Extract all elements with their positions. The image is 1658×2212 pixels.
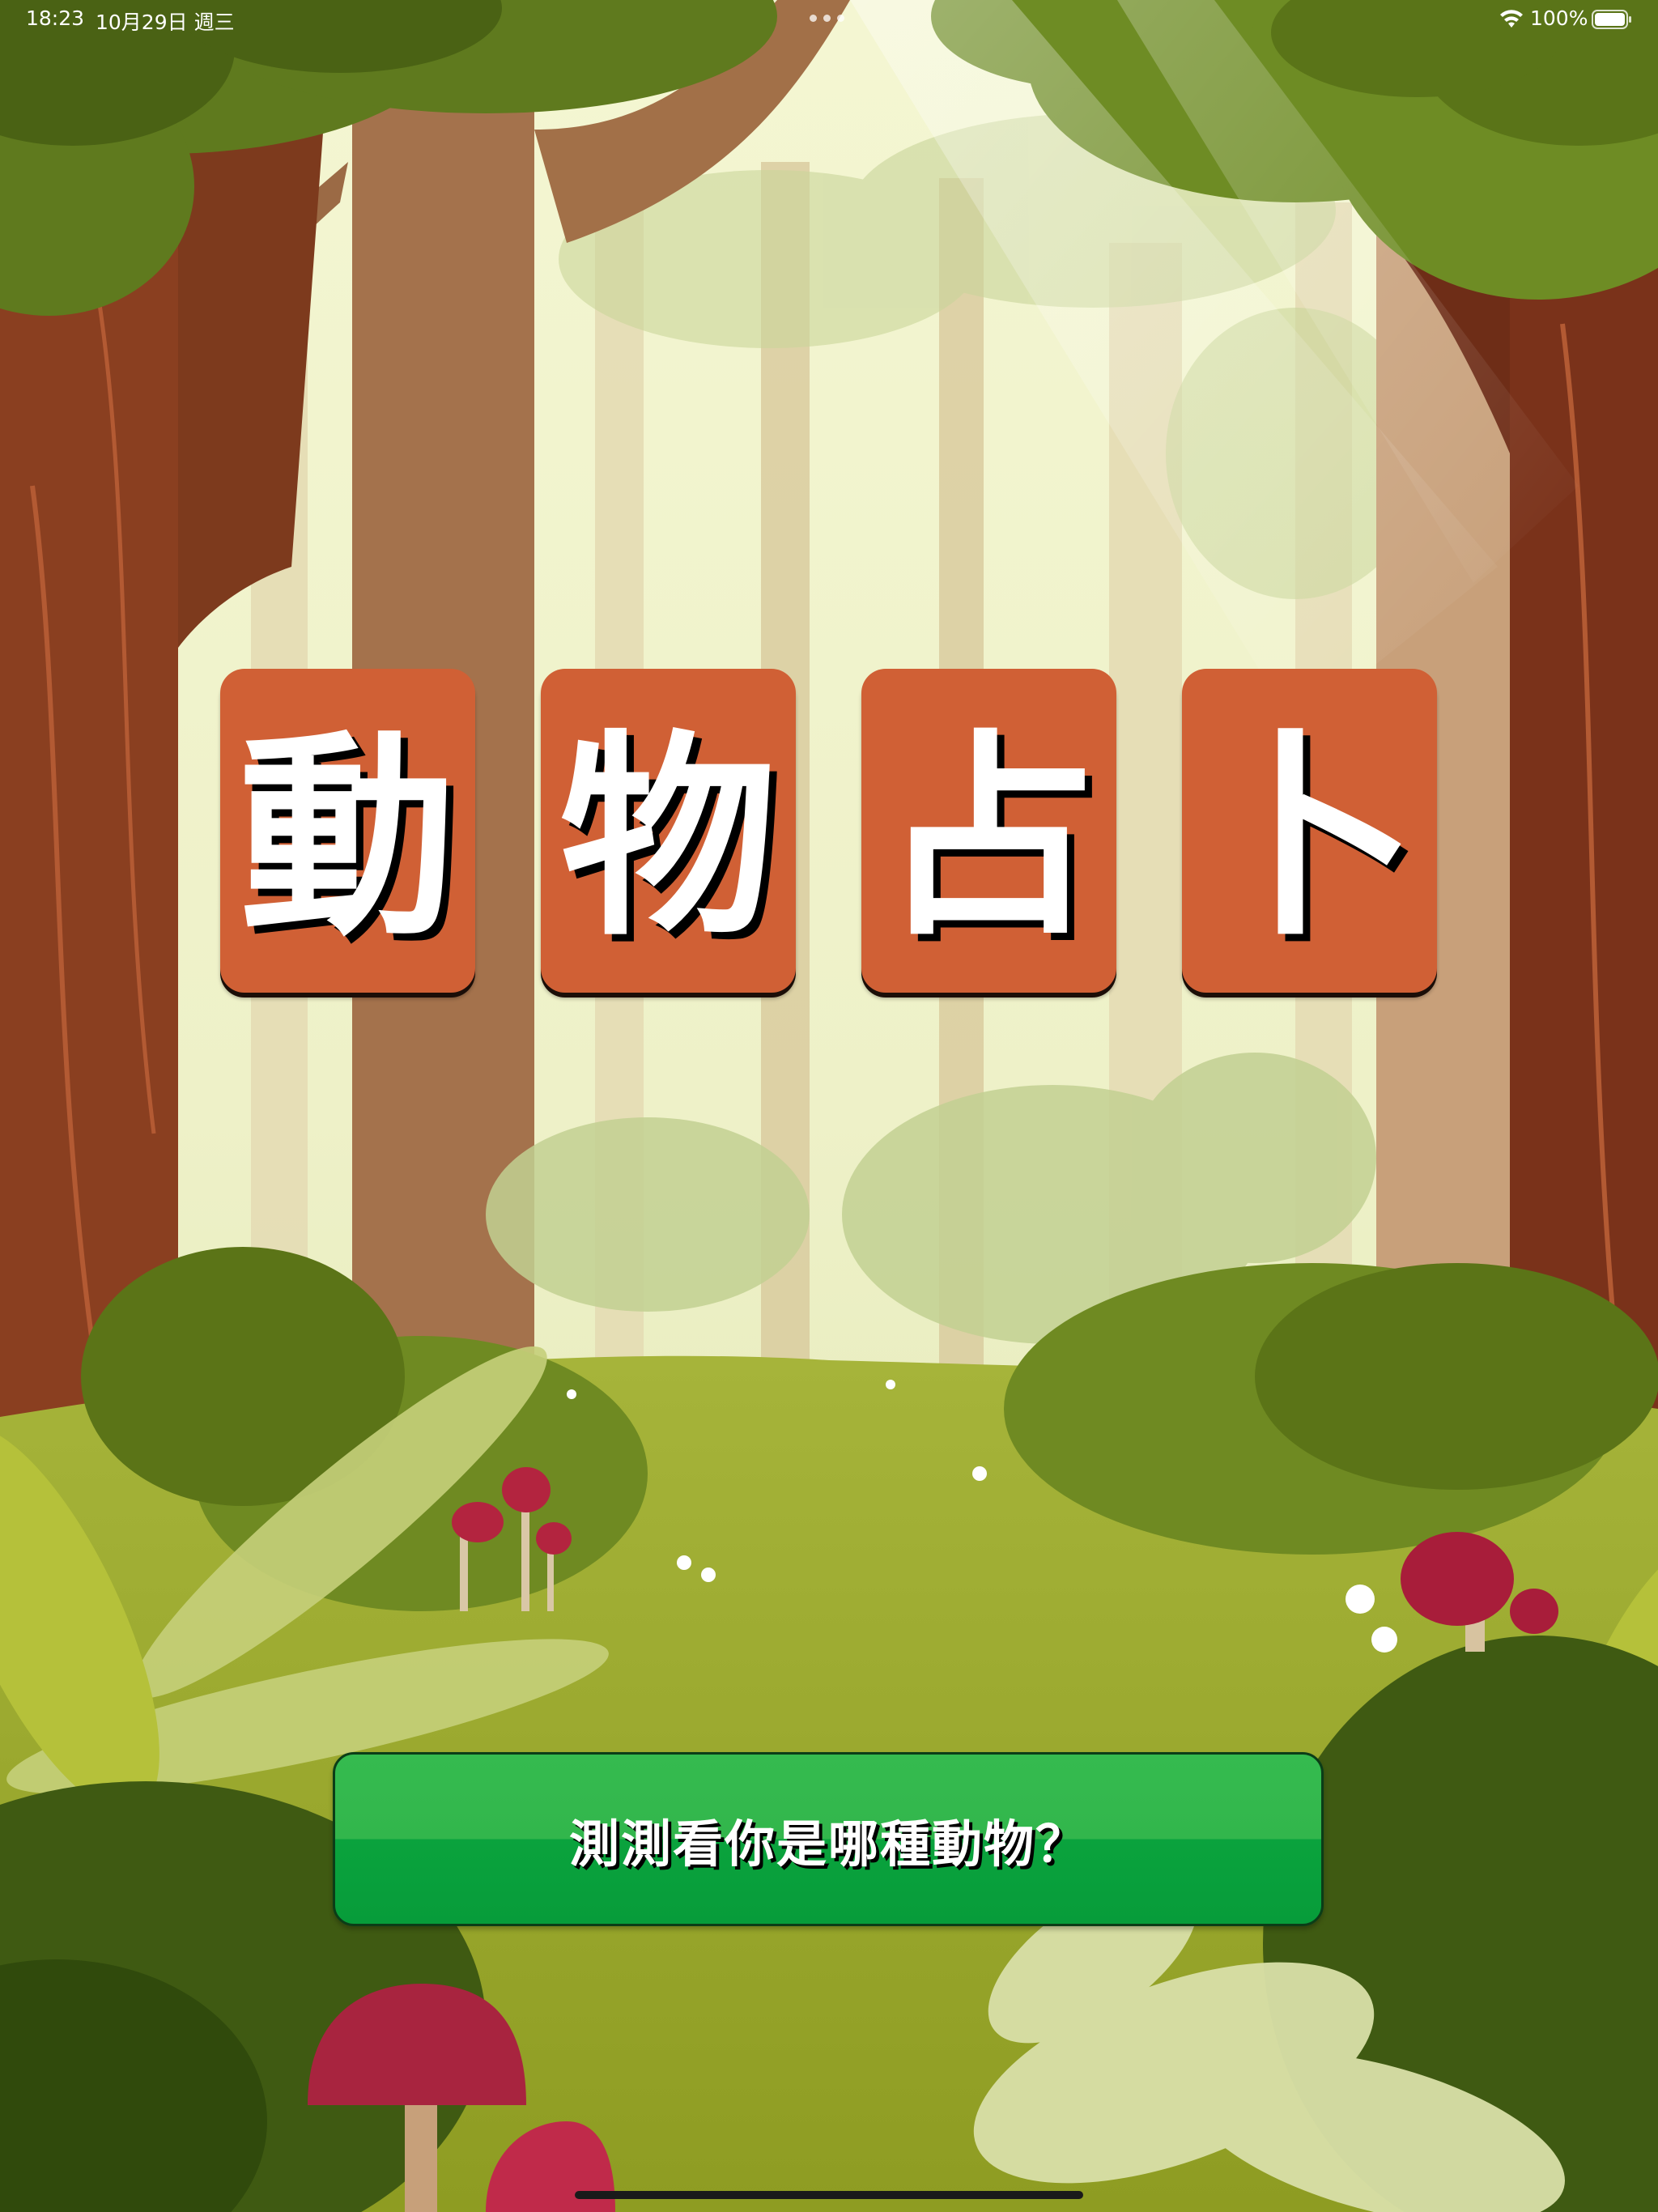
app-screen: 18:23 10月29日 週三 100% 動 物 占 卜 測測看你是哪種動物？ xyxy=(0,0,1658,2212)
title-tile-4: 卜 xyxy=(1182,669,1437,993)
title-char-2: 物 xyxy=(559,713,777,965)
title-char-3: 占 xyxy=(880,713,1098,965)
title-tile-3: 占 xyxy=(861,669,1116,993)
start-quiz-button-label: 測測看你是哪種動物？ xyxy=(568,1814,1087,1874)
title-tile-2: 物 xyxy=(541,669,796,993)
title-char-1: 動 xyxy=(239,713,457,965)
start-quiz-button[interactable]: 測測看你是哪種動物？ xyxy=(333,1752,1324,1926)
title-char-4: 卜 xyxy=(1201,713,1418,965)
title-tile-1: 動 xyxy=(220,669,475,993)
home-indicator[interactable] xyxy=(575,2191,1083,2199)
